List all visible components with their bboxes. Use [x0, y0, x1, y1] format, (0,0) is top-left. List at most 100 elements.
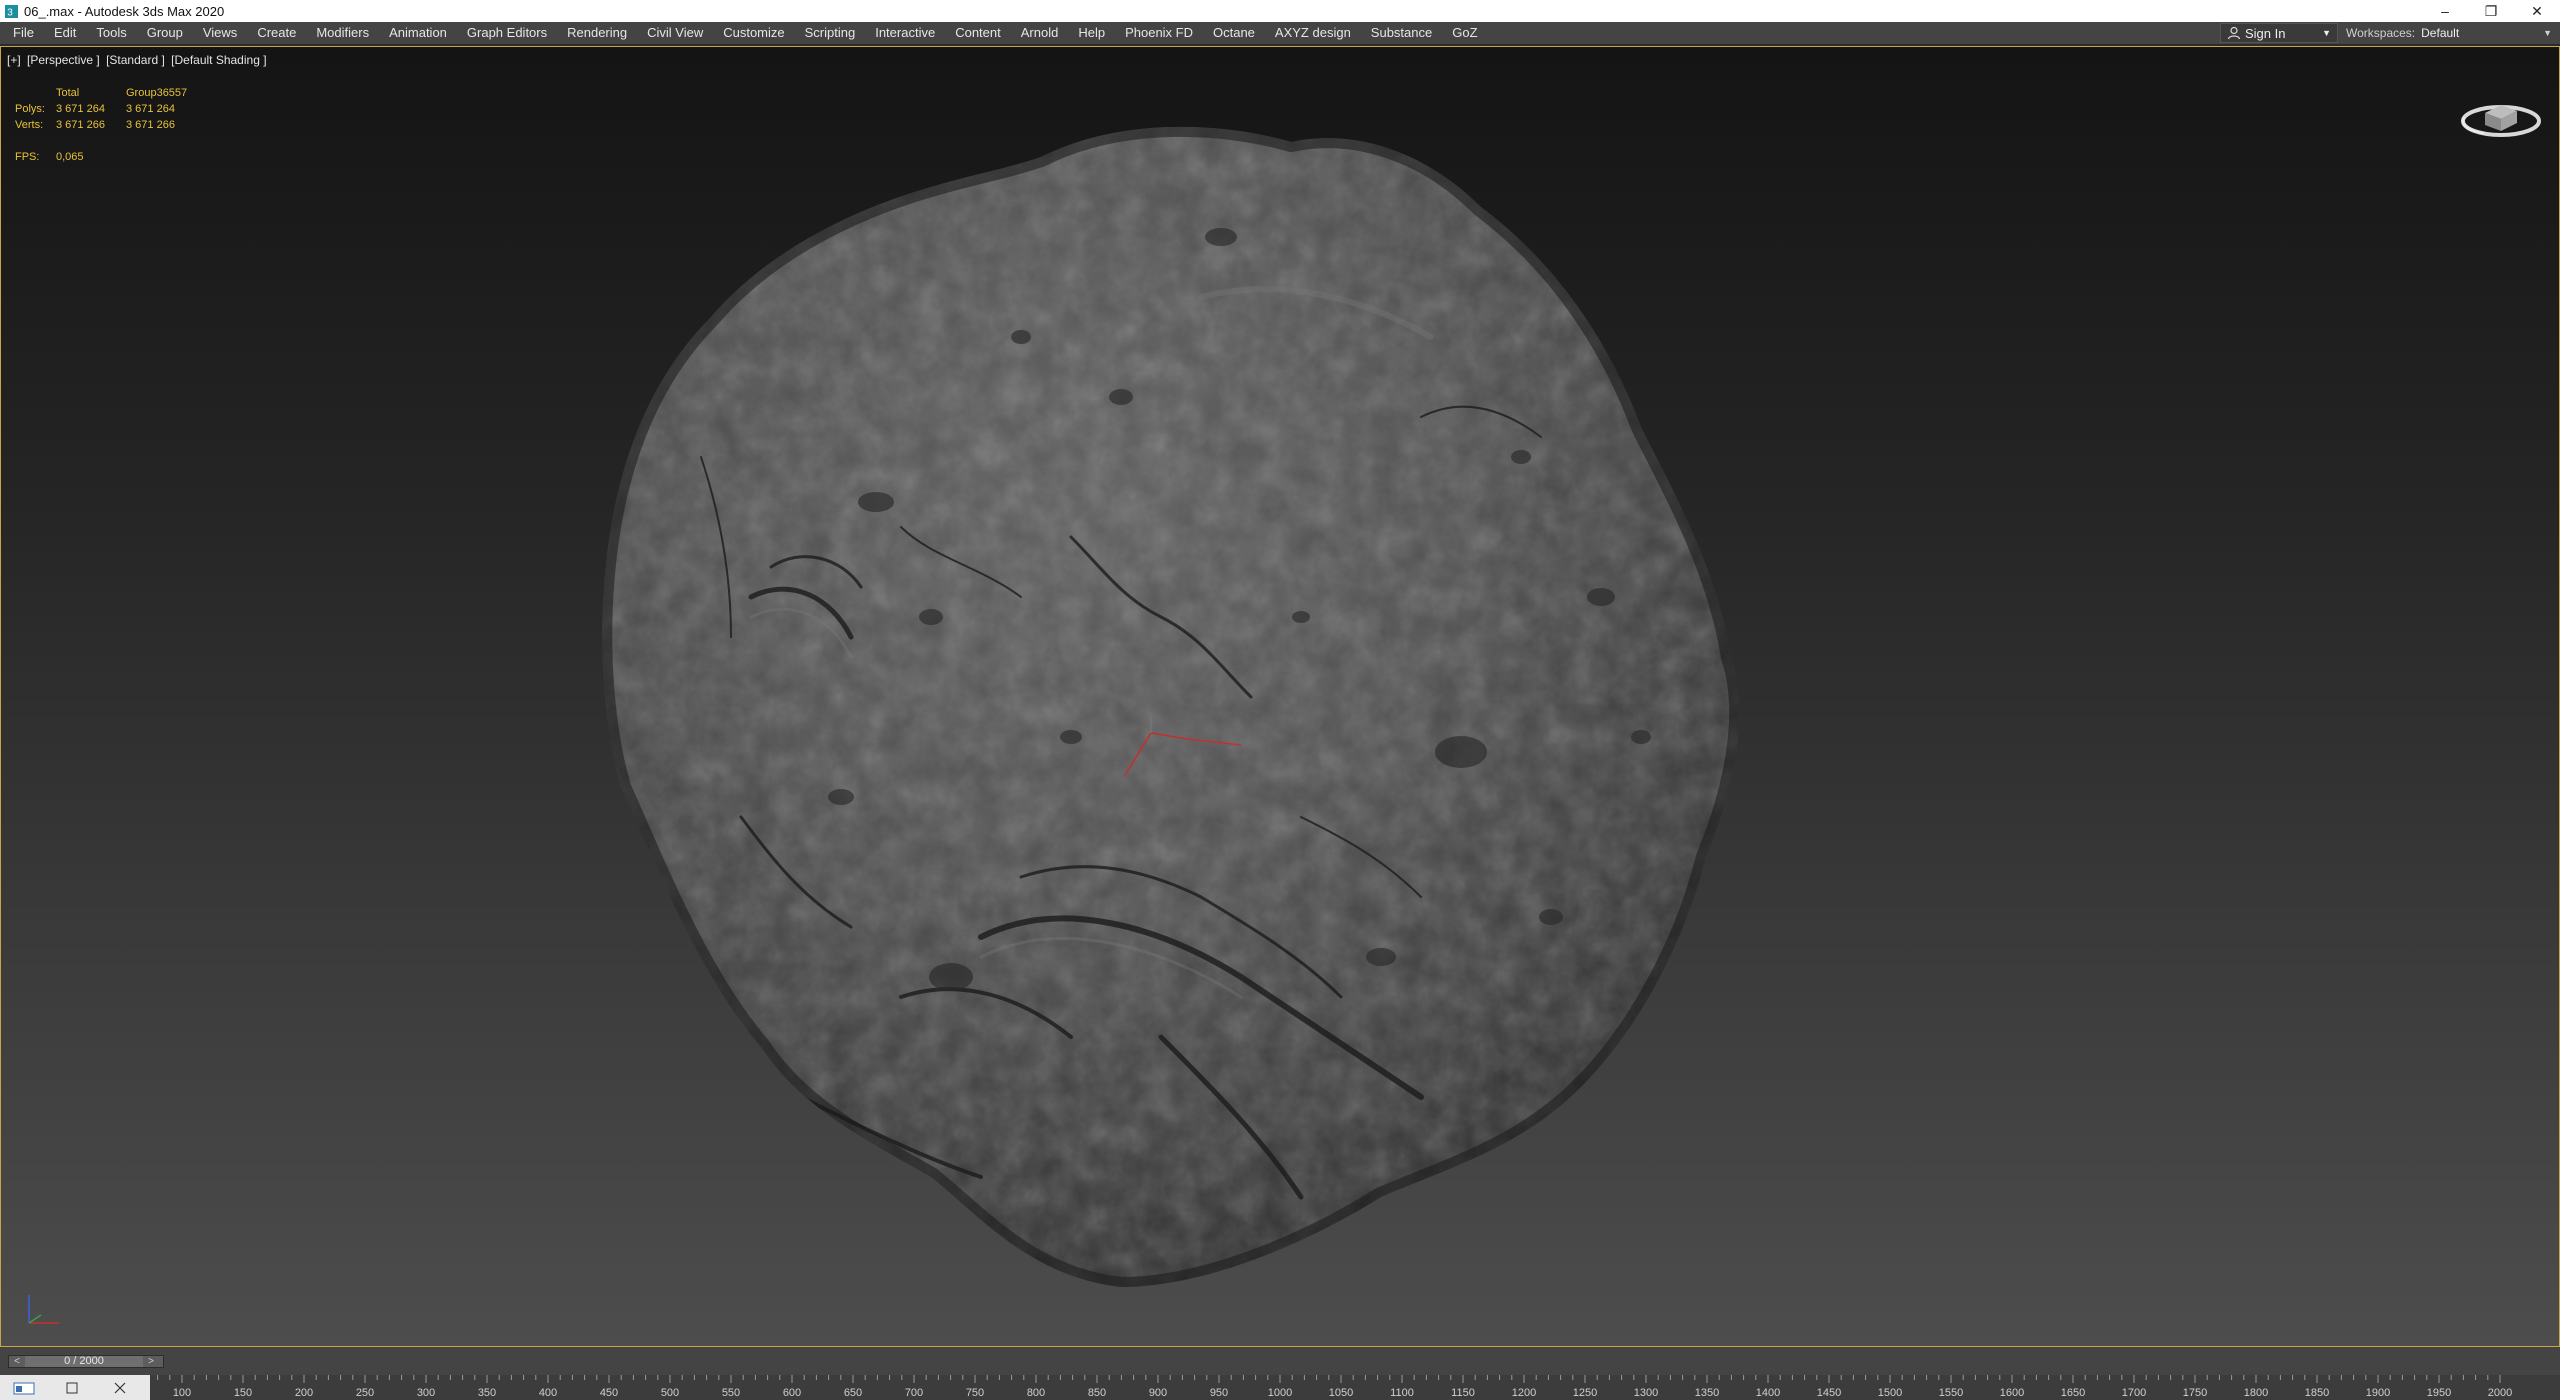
menu-axyz-design[interactable]: AXYZ design: [1265, 22, 1361, 44]
chevron-down-icon: ▼: [2543, 28, 2552, 38]
ruler-tick-label: 200: [295, 1387, 313, 1399]
viewport-mode-menu[interactable]: [Standard ]: [106, 53, 165, 67]
ruler-tick-label: 1500: [1878, 1387, 1902, 1399]
menu-scripting[interactable]: Scripting: [795, 22, 866, 44]
ruler-tick-label: 300: [417, 1387, 435, 1399]
title-bar: 3 06_.max - Autodesk 3ds Max 2020 – ❐ ✕: [0, 0, 2560, 22]
ruler-tick-label: 1850: [2305, 1387, 2329, 1399]
ruler-tick-label: 250: [356, 1387, 374, 1399]
menu-create[interactable]: Create: [247, 22, 306, 44]
user-icon: [2227, 26, 2241, 40]
ruler-tick-label: 800: [1027, 1387, 1045, 1399]
ruler-tick-label: 1150: [1451, 1387, 1475, 1399]
stats-verts-total: 3 671 266: [56, 119, 105, 131]
time-slider-next-arrow[interactable]: >: [143, 1356, 159, 1367]
menu-interactive[interactable]: Interactive: [865, 22, 945, 44]
workspaces-selector[interactable]: Workspaces: Default ▼: [2346, 23, 2556, 43]
menu-graph-editors[interactable]: Graph Editors: [457, 22, 557, 44]
3ds-max-app-icon[interactable]: 3: [4, 4, 18, 18]
viewport-label-menu[interactable]: [+] [Perspective ] [Standard ] [Default …: [7, 53, 270, 67]
ruler-tick-label: 1350: [1695, 1387, 1719, 1399]
time-slider-handle[interactable]: 0 / 2000: [25, 1356, 143, 1367]
menu-file[interactable]: File: [0, 22, 44, 44]
viewport-view-menu[interactable]: [Perspective ]: [27, 53, 100, 67]
restore-button[interactable]: ❐: [2468, 0, 2514, 22]
menu-substance[interactable]: Substance: [1361, 22, 1442, 44]
ruler-tick-label: 1050: [1329, 1387, 1353, 1399]
sign-in-dropdown[interactable]: Sign In ▼: [2220, 23, 2338, 43]
time-slider-bar: < 0 / 2000 >: [0, 1347, 2560, 1375]
ruler-tick-label: 700: [905, 1387, 923, 1399]
timeline-ruler[interactable]: 100 150 200 250 300 350 400 450 500 550 600 650 700 7…: [152, 1375, 2560, 1400]
menu-animation[interactable]: Animation: [379, 22, 457, 44]
ruler-tick-label: 1800: [2244, 1387, 2268, 1399]
menu-modifiers[interactable]: Modifiers: [306, 22, 379, 44]
stats-verts-label: Verts:: [15, 119, 44, 131]
ruler-tick-label: 1200: [1512, 1387, 1536, 1399]
ruler-tick-label: 1250: [1573, 1387, 1597, 1399]
menu-edit[interactable]: Edit: [44, 22, 86, 44]
sign-in-label: Sign In: [2245, 25, 2286, 41]
ruler-tick-label: 1950: [2427, 1387, 2451, 1399]
ruler-tick-label: 650: [844, 1387, 862, 1399]
menu-goz[interactable]: GoZ: [1442, 22, 1487, 44]
ruler-tick-label: 2000: [2488, 1387, 2512, 1399]
stats-fps-value: 0,065: [56, 151, 84, 163]
ruler-tick-label: 1700: [2122, 1387, 2146, 1399]
menu-arnold[interactable]: Arnold: [1011, 22, 1069, 44]
menu-views[interactable]: Views: [193, 22, 247, 44]
ruler-tick-label: 550: [722, 1387, 740, 1399]
ruler-tick-label: 350: [478, 1387, 496, 1399]
stats-fps-label: FPS:: [15, 151, 40, 163]
workspaces-label: Workspaces:: [2346, 26, 2416, 40]
stats-polys-label: Polys:: [15, 103, 45, 115]
menu-content[interactable]: Content: [945, 22, 1011, 44]
ruler-tick-label: 100: [173, 1387, 191, 1399]
ruler-tick-label: 900: [1149, 1387, 1167, 1399]
viewcube-icon[interactable]: [2455, 77, 2545, 147]
ruler-tick-label: 1900: [2366, 1387, 2390, 1399]
minimize-button[interactable]: –: [2422, 0, 2468, 22]
ruler-tick-label: 1300: [1634, 1387, 1658, 1399]
ruler-tick-label: 450: [600, 1387, 618, 1399]
stats-verts-group: 3 671 266: [126, 119, 175, 131]
ruler-tick-label: 750: [966, 1387, 984, 1399]
mini-taskbar: [0, 1375, 150, 1400]
menu-phoenix-fd[interactable]: Phoenix FD: [1115, 22, 1203, 44]
ruler-tick-label: 1100: [1390, 1387, 1414, 1399]
viewport-statistics: Total Group36557 Polys: 3 671 264 3 671 …: [15, 85, 206, 165]
viewport-plus-menu[interactable]: [+]: [7, 53, 21, 67]
time-slider[interactable]: < 0 / 2000 >: [8, 1355, 164, 1368]
menu-group[interactable]: Group: [137, 22, 193, 44]
ruler-tick-label: 600: [783, 1387, 801, 1399]
ruler-tick-label: 950: [1210, 1387, 1228, 1399]
ruler-tick-label: 400: [539, 1387, 557, 1399]
close-x-icon[interactable]: [96, 1382, 144, 1394]
ruler-tick-label: 1550: [1939, 1387, 1963, 1399]
svg-text:3: 3: [7, 7, 13, 18]
stats-polys-total: 3 671 264: [56, 103, 105, 115]
menu-bar: File Edit Tools Group Views Create Modif…: [0, 22, 2560, 44]
ruler-tick-label: 1600: [2000, 1387, 2024, 1399]
time-slider-prev-arrow[interactable]: <: [9, 1356, 25, 1367]
maximize-square-icon[interactable]: [48, 1382, 96, 1394]
close-button[interactable]: ✕: [2514, 0, 2560, 22]
menu-rendering[interactable]: Rendering: [557, 22, 637, 44]
chevron-down-icon: ▼: [2322, 28, 2331, 38]
viewport-shading-menu[interactable]: [Default Shading ]: [171, 53, 266, 67]
menu-tools[interactable]: Tools: [86, 22, 136, 44]
stats-polys-group: 3 671 264: [126, 103, 175, 115]
ruler-tick-label: 1650: [2061, 1387, 2085, 1399]
stats-total-header: Total: [56, 87, 80, 99]
ruler-tick-label: 500: [661, 1387, 679, 1399]
menu-civil-view[interactable]: Civil View: [637, 22, 713, 44]
menu-help[interactable]: Help: [1068, 22, 1115, 44]
ruler-tick-label: 1450: [1817, 1387, 1841, 1399]
menu-octane[interactable]: Octane: [1203, 22, 1265, 44]
pivot-gizmo-icon[interactable]: [1111, 717, 1261, 787]
window-thumbnail-icon[interactable]: [0, 1381, 48, 1395]
timeline-track-bar: 100 150 200 250 300 350 400 450 500 550 600 650 700 7…: [0, 1375, 2560, 1400]
menu-customize[interactable]: Customize: [713, 22, 794, 44]
ruler-tick-label: 1400: [1756, 1387, 1780, 1399]
perspective-viewport[interactable]: [+] [Perspective ] [Standard ] [Default …: [0, 46, 2560, 1347]
